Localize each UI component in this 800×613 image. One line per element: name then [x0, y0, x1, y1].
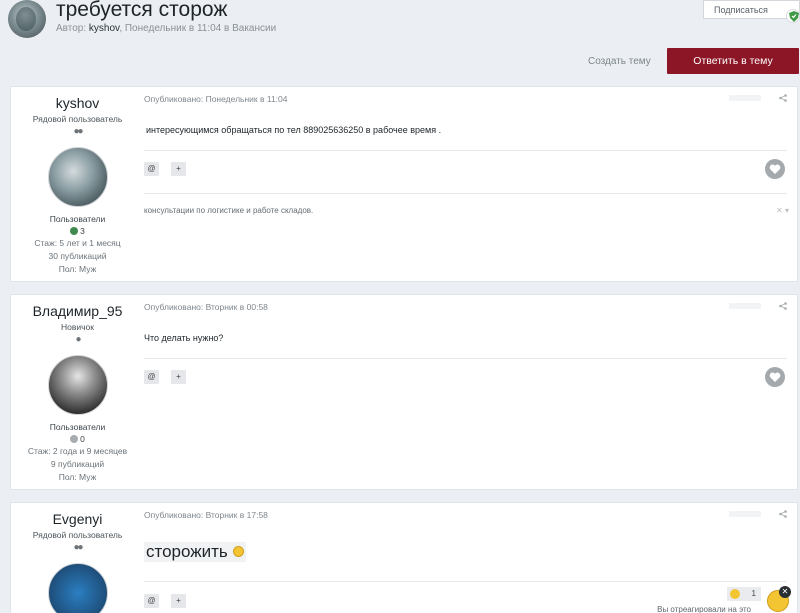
reaction-badge[interactable]: 1	[727, 587, 761, 601]
post-date[interactable]: Опубликовано: Вторник в 17:58	[144, 510, 268, 520]
plus-icon[interactable]: +	[171, 594, 186, 608]
share-icon[interactable]	[779, 94, 787, 104]
reaction-count: 1	[751, 589, 756, 598]
reputation-value: 3	[80, 226, 85, 236]
rank-pips-icon: ●●	[73, 126, 83, 137]
author-rank: Рядовой пользователь	[32, 114, 123, 124]
smile-icon	[232, 546, 244, 557]
post-date[interactable]: Опубликовано: Понедельник в 11:04	[144, 94, 288, 104]
author-experience: Стаж: 2 года и 9 месяцев	[27, 446, 128, 456]
post-author-name[interactable]: Evgenyi	[11, 511, 144, 527]
post-controls-placeholder	[729, 511, 761, 517]
divider	[144, 358, 787, 359]
author-reputation: 0	[11, 434, 144, 444]
reputation-value: 0	[80, 434, 85, 444]
quote-icon[interactable]: @	[144, 370, 159, 384]
author-rank: Новичок	[60, 322, 94, 332]
divider	[144, 193, 787, 194]
laugh-icon	[730, 589, 740, 599]
post: Владимир_95 Новичок ● Пользователи 0 Ста…	[10, 294, 798, 490]
reputation-plus-icon	[70, 227, 79, 235]
avatar[interactable]	[47, 355, 108, 415]
author-gender: Пол: Муж	[58, 264, 97, 274]
post: kyshov Рядовой пользователь ●● Пользоват…	[10, 86, 798, 282]
reputation-neutral-icon	[70, 435, 79, 443]
share-icon[interactable]	[779, 302, 787, 312]
author-rank: Рядовой пользователь	[32, 530, 123, 540]
page-title: требуется сторож	[56, 0, 228, 21]
meta-prefix: Автор:	[56, 23, 89, 34]
create-topic-link[interactable]: Создать тему	[588, 56, 651, 67]
meta-suffix: , Понедельник в 11:04 в Вакансии	[119, 23, 277, 34]
post-controls-placeholder	[729, 95, 761, 101]
post-content-text: сторожить	[146, 542, 228, 561]
avatar[interactable]	[47, 563, 108, 613]
author-reputation: 3	[11, 226, 144, 236]
author-group: Пользователи	[49, 214, 106, 224]
author-group: Пользователи	[49, 422, 106, 432]
post-signature: консультации по логистике и работе склад…	[144, 206, 314, 215]
post-body: Опубликовано: Вторник в 00:58 Что делать…	[144, 295, 797, 491]
reaction-note: Вы отреагировали на это	[657, 605, 751, 613]
post: Evgenyi Рядовой пользователь ●● Опублико…	[10, 502, 798, 613]
author-posts-count: 9 публикаций	[50, 459, 105, 469]
rank-pips-icon: ●●	[73, 542, 83, 553]
post-content: интересующимся обращаться по тел 8890256…	[146, 125, 442, 135]
post-body: Опубликовано: Понедельник в 11:04 интере…	[144, 87, 797, 283]
heart-icon[interactable]	[765, 367, 785, 387]
reply-button[interactable]: Ответить в тему	[667, 48, 799, 74]
post-author-panel: Владимир_95 Новичок ● Пользователи 0 Ста…	[11, 295, 144, 489]
divider	[144, 581, 787, 582]
post-author-panel: kyshov Рядовой пользователь ●● Пользоват…	[11, 87, 144, 281]
post-date[interactable]: Опубликовано: Вторник в 00:58	[144, 302, 268, 312]
topic-header: требуется сторож Автор: kyshov, Понедель…	[0, 0, 800, 46]
post-author-name[interactable]: Владимир_95	[11, 303, 144, 319]
topic-author-avatar[interactable]	[8, 0, 46, 38]
post-content: Что делать нужно?	[144, 333, 224, 343]
post-author-name[interactable]: kyshov	[11, 95, 144, 111]
divider	[144, 150, 787, 151]
post-author-panel: Evgenyi Рядовой пользователь ●●	[11, 503, 144, 613]
avatar[interactable]	[47, 147, 108, 207]
topic-meta: Автор: kyshov, Понедельник в 11:04 в Вак…	[56, 23, 276, 34]
plus-icon[interactable]: +	[171, 370, 186, 384]
post-content: сторожить	[144, 542, 246, 562]
author-posts-count: 30 публикаций	[48, 251, 107, 261]
plus-icon[interactable]: +	[171, 162, 186, 176]
close-signature-icon[interactable]: ✕ ▾	[776, 206, 789, 215]
topic-author-link[interactable]: kyshov	[89, 23, 119, 34]
author-experience: Стаж: 5 лет и 1 месяц	[34, 238, 121, 248]
post-body: Опубликовано: Вторник в 17:58 сторожить …	[144, 503, 797, 613]
follow-status-icon	[786, 9, 800, 23]
quote-icon[interactable]: @	[144, 594, 159, 608]
quote-icon[interactable]: @	[144, 162, 159, 176]
remove-reaction-icon[interactable]: ✕	[779, 586, 791, 598]
author-gender: Пол: Муж	[58, 472, 97, 482]
rank-pips-icon: ●	[75, 334, 81, 345]
post-controls-placeholder	[729, 303, 761, 309]
heart-icon[interactable]	[765, 159, 785, 179]
share-icon[interactable]	[779, 510, 787, 520]
